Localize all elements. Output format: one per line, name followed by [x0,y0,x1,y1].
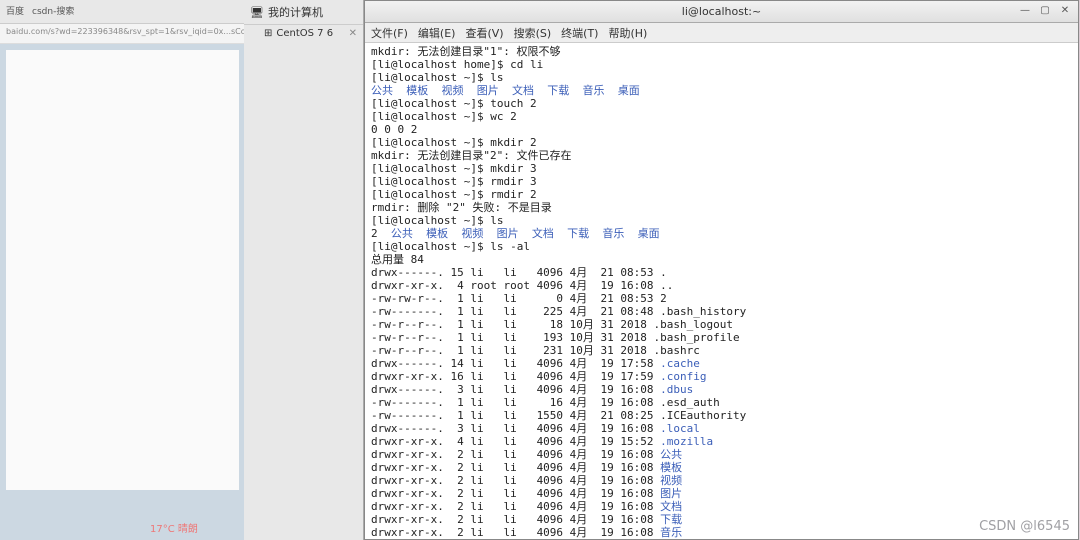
terminal-line: drwx------. 15 li li 4096 4月 21 08:53 . [371,266,1072,279]
terminal-line: drwxr-xr-x. 2 li li 4096 4月 19 16:08 下载 [371,513,1072,526]
terminal-line: drwxr-xr-x. 2 li li 4096 4月 19 16:08 音乐 [371,526,1072,539]
vm-sidebar: 🖥 我的计算机 ⊞ CentOS 7 6 ✕ [244,0,364,540]
window-title: li@localhost:~ [682,5,761,18]
terminal-line: 总用量 84 [371,253,1072,266]
menu-help[interactable]: 帮助(H) [608,25,647,41]
terminal-line: -rw-r--r--. 1 li li 193 10月 31 2018 .bas… [371,331,1072,344]
computer-icon: 🖥 [250,6,264,19]
terminal-titlebar[interactable]: li@localhost:~ — ▢ ✕ [365,1,1078,23]
sidebar-title-text: 我的计算机 [268,4,323,20]
terminal-output[interactable]: mkdir: 无法创建目录"1": 权限不够[li@localhost home… [365,43,1078,539]
terminal-line: [li@localhost ~]$ ls -al [371,240,1072,253]
menu-view[interactable]: 查看(V) [465,25,503,41]
terminal-line: -rw-------. 1 li li 225 4月 21 08:48 .bas… [371,305,1072,318]
terminal-line: drwx------. 3 li li 4096 4月 19 16:08 .lo… [371,422,1072,435]
watermark: CSDN @l6545 [979,519,1070,534]
terminal-line: mkdir: 无法创建目录"2": 文件已存在 [371,149,1072,162]
menu-search[interactable]: 搜索(S) [514,25,552,41]
menu-file[interactable]: 文件(F) [371,25,408,41]
address-bar[interactable]: baidu.com/s?wd=223396348&rsv_spt=1&rsv_i… [0,24,245,44]
terminal-line: drwx------. 14 li li 4096 4月 19 17:58 .c… [371,357,1072,370]
browser-tab[interactable]: csdn-搜索 [32,4,74,19]
terminal-line: drwxr-xr-x. 2 li li 4096 4月 19 16:08 模板 [371,461,1072,474]
terminal-line: drwxr-xr-x. 4 root root 4096 4月 19 16:08… [371,279,1072,292]
maximize-button[interactable]: ▢ [1038,5,1052,19]
terminal-line: drwx------. 3 li li 4096 4月 19 16:08 .db… [371,383,1072,396]
menu-edit[interactable]: 编辑(E) [418,25,456,41]
terminal-line: [li@localhost ~]$ wc 2 [371,110,1072,123]
vm-icon: ⊞ [264,28,272,39]
terminal-menubar: 文件(F) 编辑(E) 查看(V) 搜索(S) 终端(T) 帮助(H) [365,23,1078,43]
terminal-line: -rw-r--r--. 1 li li 231 10月 31 2018 .bas… [371,344,1072,357]
terminal-line: drwxr-xr-x. 2 li li 4096 4月 19 16:08 公共 [371,448,1072,461]
terminal-line: -rw-r--r--. 1 li li 18 10月 31 2018 .bash… [371,318,1072,331]
sidebar-item-centos[interactable]: ⊞ CentOS 7 6 ✕ [244,25,363,42]
browser-tabs: 百度 csdn-搜索 [0,0,245,24]
menu-terminal[interactable]: 终端(T) [561,25,598,41]
terminal-line: -rw-------. 1 li li 16 4月 19 16:08 .esd_… [371,396,1072,409]
minimize-button[interactable]: — [1018,5,1032,19]
terminal-line: [li@localhost ~]$ mkdir 2 [371,136,1072,149]
terminal-line: drwxr-xr-x. 2 li li 4096 4月 19 16:08 图片 [371,487,1072,500]
terminal-line: drwxr-xr-x. 2 li li 4096 4月 19 16:08 文档 [371,500,1072,513]
close-icon[interactable]: ✕ [349,28,357,39]
sidebar-item-label: CentOS 7 6 [276,28,333,39]
terminal-window: li@localhost:~ — ▢ ✕ 文件(F) 编辑(E) 查看(V) 搜… [364,0,1079,540]
background-browser: 百度 csdn-搜索 baidu.com/s?wd=223396348&rsv_… [0,0,245,540]
terminal-line: drwxr-xr-x. 4 li li 4096 4月 19 15:52 .mo… [371,435,1072,448]
terminal-line: drwxr-xr-x. 16 li li 4096 4月 19 17:59 .c… [371,370,1072,383]
terminal-line: [li@localhost ~]$ rmdir 3 [371,175,1072,188]
terminal-line: mkdir: 无法创建目录"1": 权限不够 [371,45,1072,58]
close-button[interactable]: ✕ [1058,5,1072,19]
terminal-line: rmdir: 删除 "2" 失败: 不是目录 [371,201,1072,214]
terminal-line: 2 公共 模板 视频 图片 文档 下载 音乐 桌面 [371,227,1072,240]
terminal-line: drwxr-xr-x. 2 li li 4096 4月 19 16:08 视频 [371,474,1072,487]
terminal-line: [li@localhost ~]$ ls [371,71,1072,84]
terminal-line: -rw-------. 1 li li 1550 4月 21 08:25 .IC… [371,409,1072,422]
terminal-line: 0 0 0 2 [371,123,1072,136]
browser-content [6,50,239,490]
terminal-line: -rw-rw-r--. 1 li li 0 4月 21 08:53 2 [371,292,1072,305]
terminal-line: [li@localhost ~]$ rmdir 2 [371,188,1072,201]
weather-widget: 17°C 晴朗 [150,520,198,535]
terminal-line: [li@localhost ~]$ mkdir 3 [371,162,1072,175]
sidebar-title: 🖥 我的计算机 [244,0,363,25]
terminal-line: 公共 模板 视频 图片 文档 下载 音乐 桌面 [371,84,1072,97]
terminal-line: [li@localhost ~]$ touch 2 [371,97,1072,110]
terminal-line: [li@localhost home]$ cd li [371,58,1072,71]
terminal-line: [li@localhost ~]$ ls [371,214,1072,227]
browser-tab[interactable]: 百度 [6,4,24,19]
